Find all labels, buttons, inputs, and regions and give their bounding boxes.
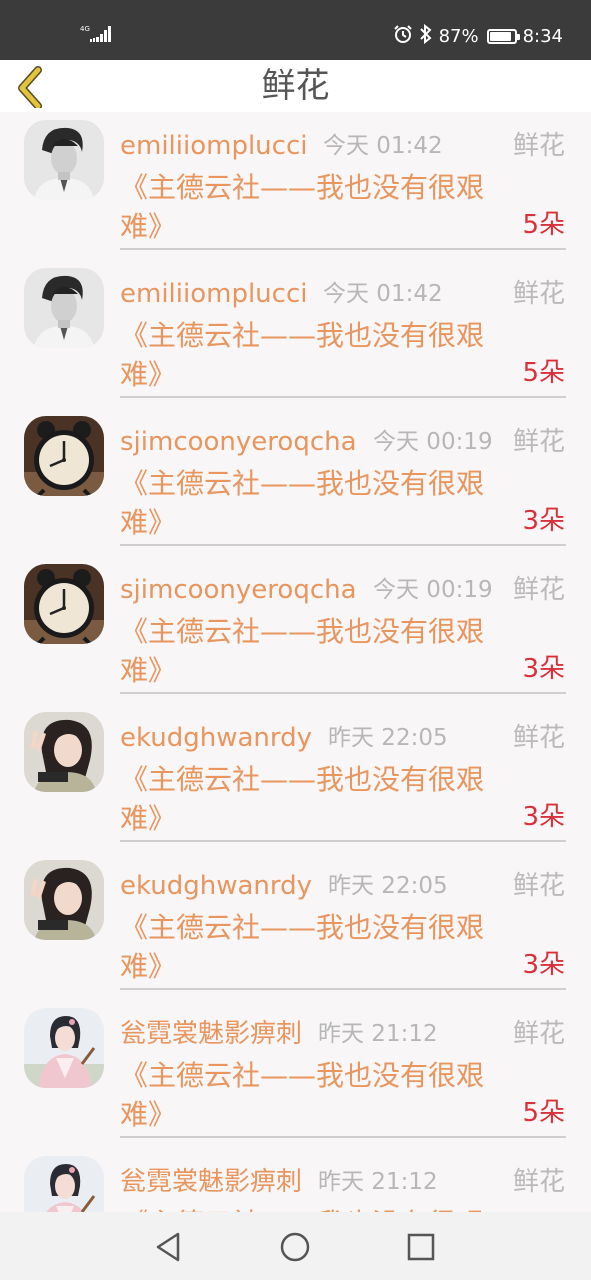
list-item[interactable]: emiliiomplucci 今天 01:42 鲜花 《主德云社——我也没有很艰… [0,260,591,408]
alarm-icon [393,24,413,49]
gift-type: 鲜花 [512,575,565,605]
username[interactable]: 瓮霓裳魅影痹刺 [120,1165,302,1199]
gift-type: 鲜花 [512,723,565,753]
gift-type: 鲜花 [512,1167,565,1197]
avatar[interactable] [24,564,104,644]
gift-type: 鲜花 [512,1019,565,1049]
avatar[interactable] [24,860,104,940]
divider [120,1136,566,1138]
nav-recents-button[interactable] [404,1230,438,1264]
list-item[interactable]: sjimcoonyeroqcha 今天 00:19 鲜花 《主德云社——我也没有… [0,556,591,704]
avatar[interactable] [24,1156,104,1212]
page-title: 鲜花 [261,66,330,106]
divider [120,988,566,990]
work-title[interactable]: 《主德云社——我也没有很艰难》 [120,1204,520,1212]
avatar[interactable] [24,268,104,348]
username[interactable]: ekudghwanrdy [120,721,312,755]
recents-square-icon [407,1233,435,1261]
flower-count: 5朵 [522,210,565,240]
home-circle-icon [280,1232,310,1262]
nav-home-button[interactable] [278,1230,312,1264]
timestamp: 昨天 22:05 [328,873,448,899]
flower-count: 5朵 [522,1098,565,1128]
avatar[interactable] [24,712,104,792]
gift-type: 鲜花 [512,427,565,457]
timestamp: 今天 01:42 [323,281,443,307]
system-nav-bar [0,1212,591,1280]
gift-type: 鲜花 [512,279,565,309]
flower-count: 5朵 [522,358,565,388]
flower-record-list: emiliiomplucci 今天 01:42 鲜花 《主德云社——我也没有很艰… [0,112,591,1212]
gift-type: 鲜花 [512,131,565,161]
work-title[interactable]: 《主德云社——我也没有很艰难》 [120,464,520,542]
status-bar: 4G 87% 8:34 [0,0,591,60]
work-title[interactable]: 《主德云社——我也没有很艰难》 [120,612,520,690]
timestamp: 今天 00:19 [373,577,493,603]
work-title[interactable]: 《主德云社——我也没有很艰难》 [120,1056,520,1134]
signal-icon: 4G [80,24,114,48]
divider [120,840,566,842]
battery-icon [486,28,520,44]
flower-count: 3朵 [522,654,565,684]
flower-count: 3朵 [522,506,565,536]
work-title[interactable]: 《主德云社——我也没有很艰难》 [120,168,520,246]
divider [120,248,566,250]
status-right: 87% 8:34 [393,22,563,50]
avatar[interactable] [24,120,104,200]
username[interactable]: sjimcoonyeroqcha [120,425,357,459]
work-title[interactable]: 《主德云社——我也没有很艰难》 [120,316,520,394]
username[interactable]: emiliiomplucci [120,277,307,311]
gift-type: 鲜花 [512,871,565,901]
divider [120,544,566,546]
bluetooth-icon [419,23,433,49]
timestamp: 昨天 22:05 [328,725,448,751]
flower-count: 3朵 [522,802,565,832]
list-item[interactable]: 瓮霓裳魅影痹刺 昨天 21:12 鲜花 《主德云社——我也没有很艰难》 5朵 [0,1000,591,1148]
work-title[interactable]: 《主德云社——我也没有很艰难》 [120,908,520,986]
timestamp: 今天 00:19 [373,429,493,455]
timestamp: 昨天 21:12 [318,1021,438,1047]
username[interactable]: ekudghwanrdy [120,869,312,903]
avatar[interactable] [24,416,104,496]
username[interactable]: sjimcoonyeroqcha [120,573,357,607]
list-item[interactable]: ekudghwanrdy 昨天 22:05 鲜花 《主德云社——我也没有很艰难》… [0,852,591,1000]
divider [120,396,566,398]
timestamp: 昨天 21:12 [318,1169,438,1195]
app-header: 鲜花 [0,60,591,112]
work-title[interactable]: 《主德云社——我也没有很艰难》 [120,760,520,838]
divider [120,692,566,694]
timestamp: 今天 01:42 [323,133,443,159]
avatar[interactable] [24,1008,104,1088]
back-triangle-icon [156,1232,180,1262]
list-item[interactable]: ekudghwanrdy 昨天 22:05 鲜花 《主德云社——我也没有很艰难》… [0,704,591,852]
network-type: 4G [80,25,90,33]
flower-count: 3朵 [522,950,565,980]
username[interactable]: emiliiomplucci [120,129,307,163]
battery-percent: 87% [438,25,479,47]
list-item[interactable]: emiliiomplucci 今天 01:42 鲜花 《主德云社——我也没有很艰… [0,112,591,260]
list-item[interactable]: sjimcoonyeroqcha 今天 00:19 鲜花 《主德云社——我也没有… [0,408,591,556]
username[interactable]: 瓮霓裳魅影痹刺 [120,1017,302,1051]
status-time: 8:34 [522,25,563,47]
list-item[interactable]: 瓮霓裳魅影痹刺 昨天 21:12 鲜花 《主德云社——我也没有很艰难》 [0,1148,591,1212]
nav-back-button[interactable] [152,1230,186,1264]
